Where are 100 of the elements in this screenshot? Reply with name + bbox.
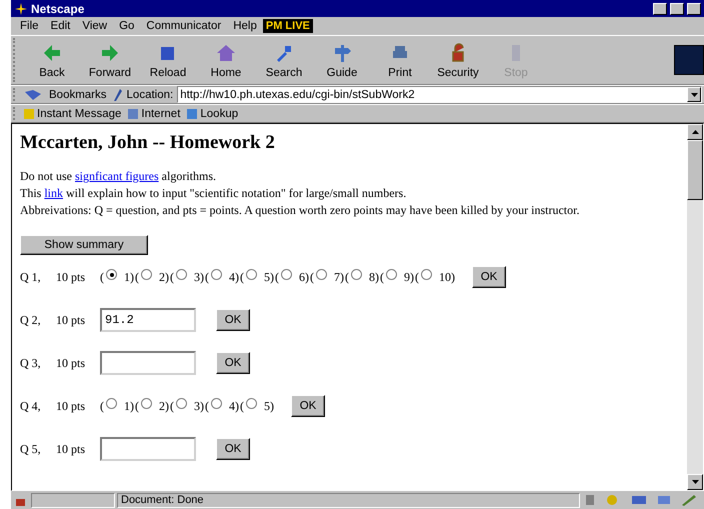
option-label: 1): [124, 270, 134, 284]
scrollbar-thumb[interactable]: [687, 140, 703, 200]
option-label: 2): [159, 398, 169, 414]
points-label: 10 pts: [56, 442, 86, 456]
toolbar-button[interactable]: Home: [197, 37, 255, 83]
option-label: 6): [299, 270, 309, 284]
option-label: 4): [229, 398, 239, 414]
radio-button[interactable]: [316, 269, 327, 280]
option-paren: (: [240, 270, 244, 284]
radio-button[interactable]: [141, 398, 152, 409]
question-label: Q 2,: [20, 312, 42, 328]
toolbar-button[interactable]: Forward: [81, 37, 139, 83]
option-paren: (: [275, 270, 279, 284]
points-label: 10 pts: [56, 398, 86, 414]
window-title: Netscape: [31, 2, 86, 16]
radio-button[interactable]: [246, 269, 257, 280]
toolbar-button[interactable]: Guide: [313, 37, 371, 83]
personal-toolbar-link[interactable]: Lookup: [186, 108, 244, 120]
toolbar-button[interactable]: Search: [255, 37, 313, 83]
option-paren: (: [310, 270, 314, 284]
close-button[interactable]: [687, 2, 701, 14]
minimize-button[interactable]: [653, 2, 667, 14]
scrollbar[interactable]: [687, 124, 703, 490]
option-paren: (: [345, 270, 349, 284]
option-label: 1): [124, 398, 134, 414]
radio-button[interactable]: [281, 269, 292, 280]
option-label: 5): [264, 398, 274, 414]
option-label: 4): [229, 270, 239, 284]
menu-item[interactable]: Communicator: [140, 20, 228, 32]
option-paren: (: [135, 398, 139, 414]
instruction-text: Do not use signficant figures algorithms.: [20, 168, 217, 185]
instruction-text: This link will explain how to input "scientific notation" for large/small numbers.: [20, 185, 408, 202]
points-label: 10 pts: [56, 270, 86, 284]
option-label: 3): [194, 270, 204, 284]
text-link[interactable]: signficant figures: [75, 169, 159, 183]
option-label: 7): [334, 270, 344, 284]
location-label: Location:: [126, 88, 174, 100]
question-label: Q 5,: [20, 442, 42, 456]
maximize-button[interactable]: [670, 2, 684, 14]
page-heading: Mccarten, John -- Homework 2: [20, 132, 276, 154]
ok-button[interactable]: OK: [472, 266, 506, 288]
option-label: 10): [439, 270, 455, 284]
personal-toolbar-link[interactable]: Internet: [127, 108, 186, 120]
option-label: 5): [264, 270, 274, 284]
scroll-down-icon[interactable]: [692, 480, 698, 484]
points-label: 10 pts: [56, 356, 86, 370]
toolbar-button[interactable]: Reload: [139, 37, 197, 83]
text-link[interactable]: link: [44, 186, 64, 200]
option-paren: (: [100, 270, 104, 284]
answer-field[interactable]: [100, 437, 196, 461]
answer-field[interactable]: [100, 351, 196, 375]
option-label: 3): [194, 398, 204, 414]
option-paren: (: [380, 270, 384, 284]
option-paren: (: [240, 398, 244, 414]
option-paren: (: [415, 270, 419, 284]
radio-button[interactable]: [351, 269, 362, 280]
toolbar-button[interactable]: Print: [371, 37, 429, 83]
radio-button[interactable]: [176, 398, 187, 409]
option-paren: (: [205, 270, 209, 284]
radio-button[interactable]: [176, 269, 187, 280]
radio-button[interactable]: [246, 398, 257, 409]
option-label: 9): [404, 270, 414, 284]
menu-item[interactable]: Edit: [44, 20, 76, 32]
menu-item[interactable]: View: [76, 20, 114, 32]
bookmarks-button[interactable]: Bookmarks: [49, 88, 107, 100]
radio-button[interactable]: [211, 269, 222, 280]
radio-button[interactable]: [141, 269, 152, 280]
points-label: 10 pts: [56, 312, 86, 328]
app-icon: [14, 2, 28, 16]
question-label: Q 1,: [20, 270, 42, 284]
status-text: Document: Done: [117, 492, 580, 508]
option-label: 2): [159, 270, 169, 284]
ok-button[interactable]: OK: [216, 309, 250, 331]
answer-field[interactable]: 91.2: [100, 308, 196, 332]
radio-button[interactable]: [386, 269, 397, 280]
personal-toolbar-link[interactable]: Instant Message: [23, 108, 128, 120]
option-paren: (: [170, 398, 174, 414]
url-field[interactable]: http://hw10.ph.utexas.edu/cgi-bin/stSubWork2: [177, 86, 702, 103]
show-summary-button[interactable]: Show summary: [20, 235, 148, 255]
option-paren: (: [170, 270, 174, 284]
ok-button[interactable]: OK: [291, 395, 325, 417]
radio-button[interactable]: [106, 398, 117, 409]
ok-button[interactable]: OK: [216, 438, 250, 460]
option-paren: (: [100, 398, 104, 414]
question-label: Q 4,: [20, 398, 42, 414]
option-label: 8): [369, 270, 379, 284]
menu-badge[interactable]: PM LIVE: [262, 19, 313, 33]
question-label: Q 3,: [20, 356, 42, 370]
radio-button[interactable]: [106, 269, 117, 280]
ok-button[interactable]: OK: [216, 352, 250, 374]
scroll-up-icon[interactable]: [692, 130, 698, 134]
radio-button[interactable]: [211, 398, 222, 409]
toolbar-button[interactable]: Back: [23, 37, 81, 83]
menu-item[interactable]: File: [14, 20, 45, 32]
toolbar-button[interactable]: Security: [429, 37, 487, 83]
radio-button[interactable]: [421, 269, 432, 280]
menu-item[interactable]: Go: [113, 20, 140, 32]
menu-item[interactable]: Help: [227, 20, 263, 32]
option-paren: (: [205, 398, 209, 414]
option-paren: (: [135, 270, 139, 284]
